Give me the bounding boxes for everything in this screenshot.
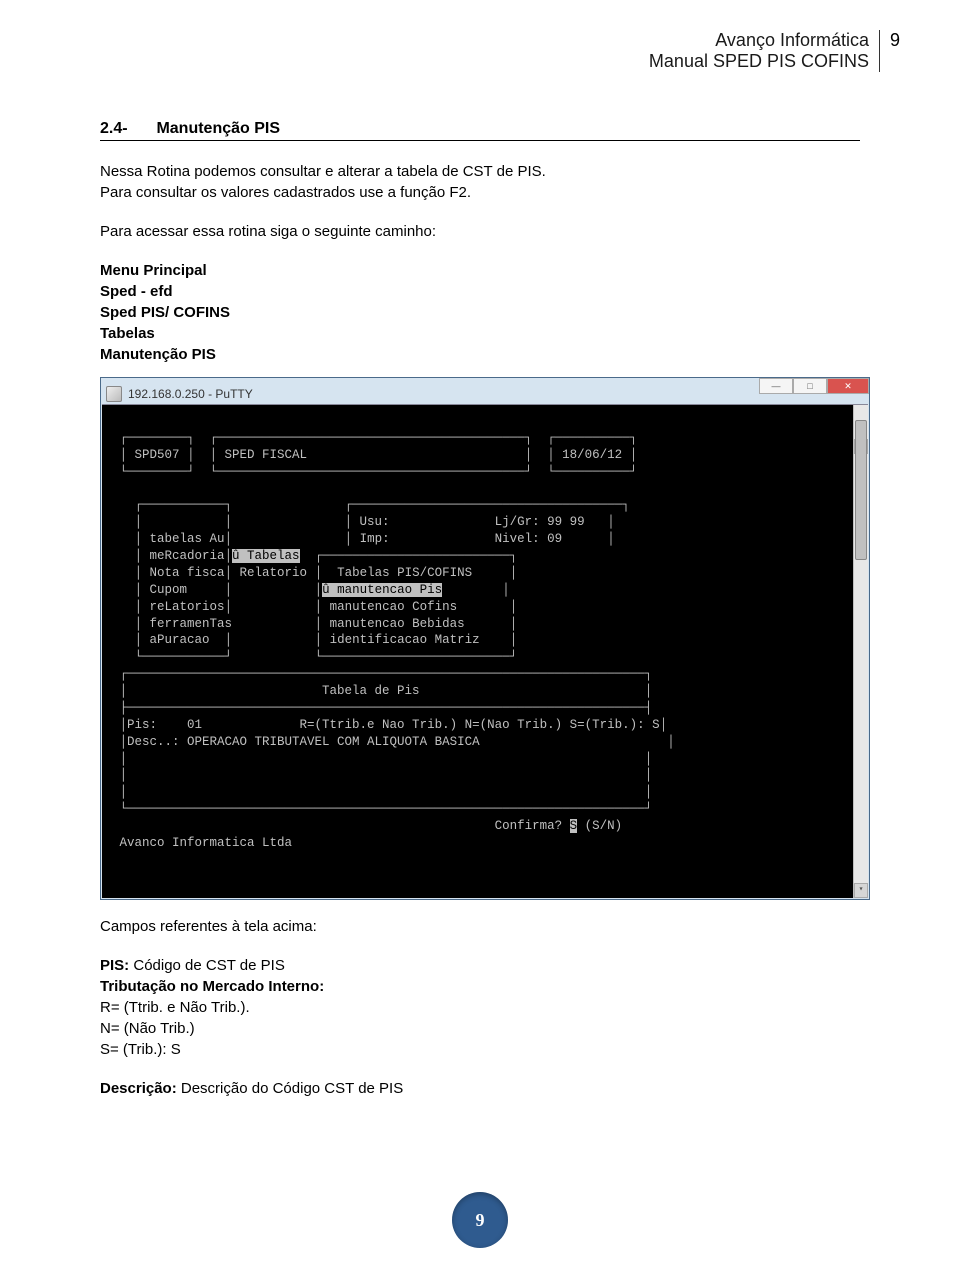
section-heading: 2.4- Manutenção PIS bbox=[100, 120, 860, 141]
paragraph: Nessa Rotina podemos consultar e alterar… bbox=[100, 161, 860, 203]
scroll-down-icon[interactable]: ▾ bbox=[854, 883, 868, 898]
field-descriptions: Campos referentes à tela acima: PIS: Cód… bbox=[100, 916, 860, 1099]
close-button[interactable]: ✕ bbox=[827, 378, 869, 394]
maximize-button[interactable]: □ bbox=[793, 378, 827, 394]
section-title: Manutenção PIS bbox=[156, 120, 280, 137]
menu-path: Menu Principal Sped - efd Sped PIS/ COFI… bbox=[100, 260, 860, 365]
putty-window: 192.168.0.250 - PuTTY — □ ✕ ┌────────┐ ┌… bbox=[100, 377, 870, 900]
page-number-top: 9 bbox=[890, 30, 900, 51]
page-header: Avanço Informática Manual SPED PIS COFIN… bbox=[649, 30, 880, 72]
header-line1: Avanço Informática bbox=[649, 30, 869, 51]
putty-icon bbox=[106, 386, 122, 402]
scrollbar[interactable]: ▴ ▾ bbox=[853, 405, 868, 898]
page-bubble: 9 bbox=[452, 1192, 508, 1248]
header-line2: Manual SPED PIS COFINS bbox=[649, 51, 869, 72]
window-buttons: — □ ✕ bbox=[759, 378, 869, 394]
paragraph: Para acessar essa rotina siga o seguinte… bbox=[100, 221, 860, 242]
scroll-thumb[interactable] bbox=[855, 420, 867, 560]
section-number: 2.4- bbox=[100, 120, 152, 138]
terminal-screen[interactable]: ┌────────┐ ┌────────────────────────────… bbox=[102, 404, 868, 898]
window-titlebar: 192.168.0.250 - PuTTY — □ ✕ bbox=[102, 384, 868, 404]
minimize-button[interactable]: — bbox=[759, 378, 793, 394]
window-title: 192.168.0.250 - PuTTY bbox=[128, 387, 253, 401]
